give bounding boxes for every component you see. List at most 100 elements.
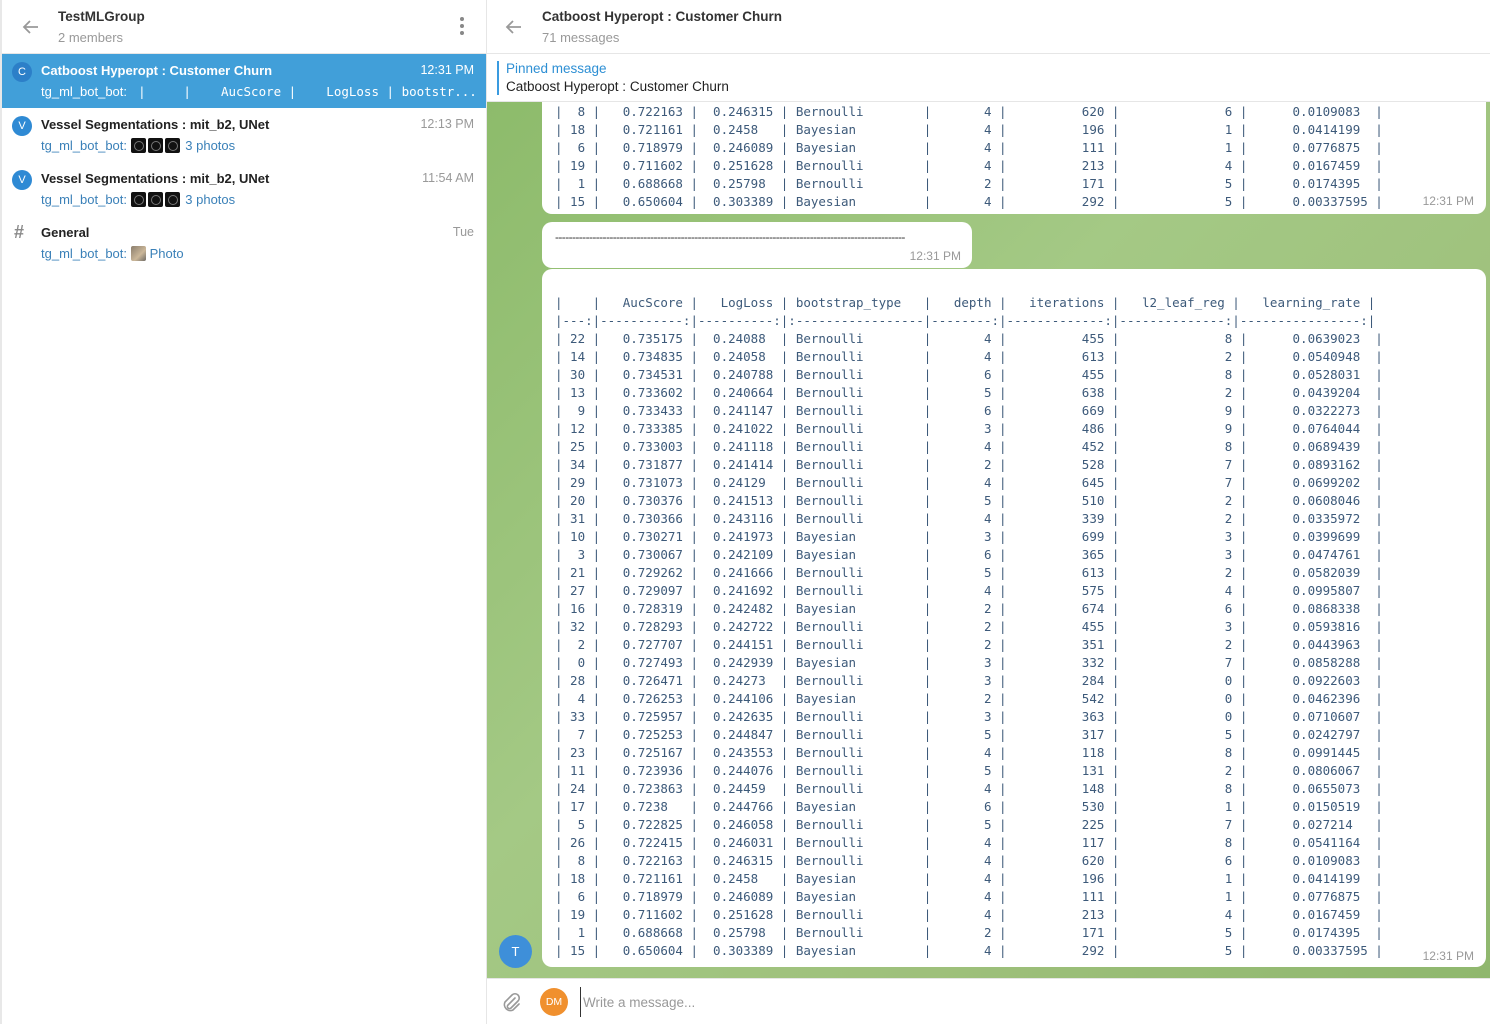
message-time: 12:31 PM <box>909 249 961 263</box>
table-row: | 29 | 0.731073 | 0.24129 | Bernoulli | … <box>555 475 1383 490</box>
message-area[interactable]: | 8 | 0.722163 | 0.246315 | Bernoulli | … <box>487 102 1490 978</box>
message-count: 71 messages <box>542 30 620 45</box>
chat-name: Vessel Segmentations : mit_b2, UNet <box>41 171 270 186</box>
chat-time: 12:31 PM <box>420 63 474 77</box>
table-row: | 18 | 0.721161 | 0.2458 | Bayesian | 4 … <box>555 122 1383 137</box>
chat-preview: tg_ml_bot_bot: Photo <box>41 246 184 261</box>
group-title: TestMLGroup <box>58 9 145 24</box>
table-row: | 17 | 0.7238 | 0.244766 | Bayesian | 6 … <box>555 799 1383 814</box>
photo-thumbnail-icon <box>164 138 180 153</box>
chat-name: Vessel Segmentations : mit_b2, UNet <box>41 117 270 132</box>
table-row: | 1 | 0.688668 | 0.25798 | Bernoulli | 2… <box>555 925 1383 940</box>
table-row: | 14 | 0.734835 | 0.24058 | Bernoulli | … <box>555 349 1383 364</box>
table-row: | 6 | 0.718979 | 0.246089 | Bayesian | 4… <box>555 140 1383 155</box>
preview-sender: tg_ml_bot_bot: <box>41 246 128 261</box>
message-time: 12:31 PM <box>1422 949 1474 963</box>
chat-avatar: V <box>12 170 32 190</box>
table-row: | 28 | 0.726471 | 0.24273 | Bernoulli | … <box>555 673 1383 688</box>
table-row: | | AucScore | LogLoss | bootstrap_type … <box>555 295 1376 310</box>
table-row: | 16 | 0.728319 | 0.242482 | Bayesian | … <box>555 601 1383 616</box>
chat-preview: tg_ml_bot_bot: 3 photos <box>41 138 235 153</box>
table-row: | 33 | 0.725957 | 0.242635 | Bernoulli |… <box>555 709 1383 724</box>
table-row: | 26 | 0.722415 | 0.246031 | Bernoulli |… <box>555 835 1383 850</box>
chat-avatar: V <box>12 116 32 136</box>
photo-thumbnail-icon <box>147 192 163 207</box>
table-row: | 5 | 0.722825 | 0.246058 | Bernoulli | … <box>555 817 1383 832</box>
separator-text: ----------------------------------------… <box>555 230 905 244</box>
preview-text: | | AucScore | LogLoss | bootstr... <box>130 84 477 99</box>
conversation-title: Catboost Hyperopt : Customer Churn <box>542 9 783 24</box>
chat-list-panel: TestMLGroup 2 members C Catboost Hyperop… <box>0 0 487 1024</box>
chat-item-catboost[interactable]: C Catboost Hyperopt : Customer Churn 12:… <box>2 54 486 108</box>
table-row: | 15 | 0.650604 | 0.303389 | Bayesian | … <box>555 943 1383 958</box>
chat-time: 11:54 AM <box>422 171 474 185</box>
table-row: | 22 | 0.735175 | 0.24088 | Bernoulli | … <box>555 331 1383 346</box>
table-row: | 8 | 0.722163 | 0.246315 | Bernoulli | … <box>555 104 1383 119</box>
message-composer: DM <box>487 978 1490 1024</box>
message-bubble-table-tail: | 8 | 0.722163 | 0.246315 | Bernoulli | … <box>542 102 1486 214</box>
table-row: |---:|-----------:|----------:|:--------… <box>555 313 1376 328</box>
table-row: | 20 | 0.730376 | 0.241513 | Bernoulli |… <box>555 493 1383 508</box>
chat-name: Catboost Hyperopt : Customer Churn <box>41 63 273 78</box>
table-row: | 3 | 0.730067 | 0.242109 | Bayesian | 6… <box>555 547 1383 562</box>
member-count: 2 members <box>58 30 124 45</box>
conversation-panel: Catboost Hyperopt : Customer Churn 71 me… <box>487 0 1490 1024</box>
sender-avatar[interactable]: T <box>499 935 532 968</box>
table-row: | 34 | 0.731877 | 0.241414 | Bernoulli |… <box>555 457 1383 472</box>
preview-text: Photo <box>149 246 184 261</box>
paperclip-icon[interactable] <box>500 991 522 1013</box>
photo-thumbnail-icon <box>147 138 163 153</box>
message-bubble-results-table: | | AucScore | LogLoss | bootstrap_type … <box>542 269 1486 967</box>
table-row: | 6 | 0.718979 | 0.246089 | Bayesian | 4… <box>555 889 1383 904</box>
table-row: | 19 | 0.711602 | 0.251628 | Bernoulli |… <box>555 158 1383 173</box>
table-row: | 27 | 0.729097 | 0.241692 | Bernoulli |… <box>555 583 1383 598</box>
table-row: | 13 | 0.733602 | 0.240664 | Bernoulli |… <box>555 385 1383 400</box>
chat-item-general[interactable]: # General Tue tg_ml_bot_bot: Photo <box>2 216 486 270</box>
chat-item-vessel-1[interactable]: V Vessel Segmentations : mit_b2, UNet 12… <box>2 108 486 162</box>
table-row: | 2 | 0.727707 | 0.244151 | Bernoulli | … <box>555 637 1383 652</box>
pinned-accent-bar <box>497 61 499 95</box>
table-row: | 12 | 0.733385 | 0.241022 | Bernoulli |… <box>555 421 1383 436</box>
table-row: | 18 | 0.721161 | 0.2458 | Bayesian | 4 … <box>555 871 1383 886</box>
table-row: | 30 | 0.734531 | 0.240788 | Bernoulli |… <box>555 367 1383 382</box>
table-row: | 7 | 0.725253 | 0.244847 | Bernoulli | … <box>555 727 1383 742</box>
photo-thumbnail-icon <box>130 192 146 207</box>
table-row: | 24 | 0.723863 | 0.24459 | Bernoulli | … <box>555 781 1383 796</box>
photo-thumbnail-icon <box>130 246 146 261</box>
user-avatar[interactable]: DM <box>540 988 568 1016</box>
table-row: | 0 | 0.727493 | 0.242939 | Bayesian | 3… <box>555 655 1383 670</box>
table-row: | 15 | 0.650604 | 0.303389 | Bayesian | … <box>555 194 1383 209</box>
photo-thumbnail-icon <box>164 192 180 207</box>
table-row: | 32 | 0.728293 | 0.242722 | Bernoulli |… <box>555 619 1383 634</box>
table-row: | 4 | 0.726253 | 0.244106 | Bayesian | 2… <box>555 691 1383 706</box>
table-row: | 31 | 0.730366 | 0.243116 | Bernoulli |… <box>555 511 1383 526</box>
table-row: | 25 | 0.733003 | 0.241118 | Bernoulli |… <box>555 439 1383 454</box>
table-row: | 8 | 0.722163 | 0.246315 | Bernoulli | … <box>555 853 1383 868</box>
message-input[interactable] <box>580 987 1460 1017</box>
photo-thumbnail-icon <box>130 138 146 153</box>
kebab-menu-icon[interactable] <box>456 17 468 37</box>
chat-preview: tg_ml_bot_bot: 3 photos <box>41 192 235 207</box>
chat-time: 12:13 PM <box>420 117 474 131</box>
table-row: | 21 | 0.729262 | 0.241666 | Bernoulli |… <box>555 565 1383 580</box>
table-row: | 23 | 0.725167 | 0.243553 | Bernoulli |… <box>555 745 1383 760</box>
table-row: | 19 | 0.711602 | 0.251628 | Bernoulli |… <box>555 907 1383 922</box>
table-row: | 9 | 0.733433 | 0.241147 | Bernoulli | … <box>555 403 1383 418</box>
pinned-text: Catboost Hyperopt : Customer Churn <box>506 79 729 94</box>
back-arrow-icon[interactable] <box>501 14 527 40</box>
pinned-message-bar[interactable]: Pinned message Catboost Hyperopt : Custo… <box>487 54 1490 102</box>
message-table-text: | 8 | 0.722163 | 0.246315 | Bernoulli | … <box>555 103 1383 211</box>
preview-sender: tg_ml_bot_bot: <box>41 138 128 153</box>
back-arrow-icon[interactable] <box>18 14 44 40</box>
chat-time: Tue <box>452 225 474 239</box>
chat-item-vessel-2[interactable]: V Vessel Segmentations : mit_b2, UNet 11… <box>2 162 486 216</box>
chat-avatar: C <box>12 62 32 82</box>
table-row: | 11 | 0.723936 | 0.244076 | Bernoulli |… <box>555 763 1383 778</box>
preview-text: 3 photos <box>185 192 236 207</box>
preview-text: 3 photos <box>185 138 236 153</box>
chat-list: C Catboost Hyperopt : Customer Churn 12:… <box>2 54 486 270</box>
preview-sender: tg_ml_bot_bot: <box>41 84 128 99</box>
group-header: TestMLGroup 2 members <box>2 0 486 54</box>
chat-preview: tg_ml_bot_bot: | | AucScore | LogLoss | … <box>41 84 477 99</box>
conversation-header: Catboost Hyperopt : Customer Churn 71 me… <box>487 0 1490 54</box>
